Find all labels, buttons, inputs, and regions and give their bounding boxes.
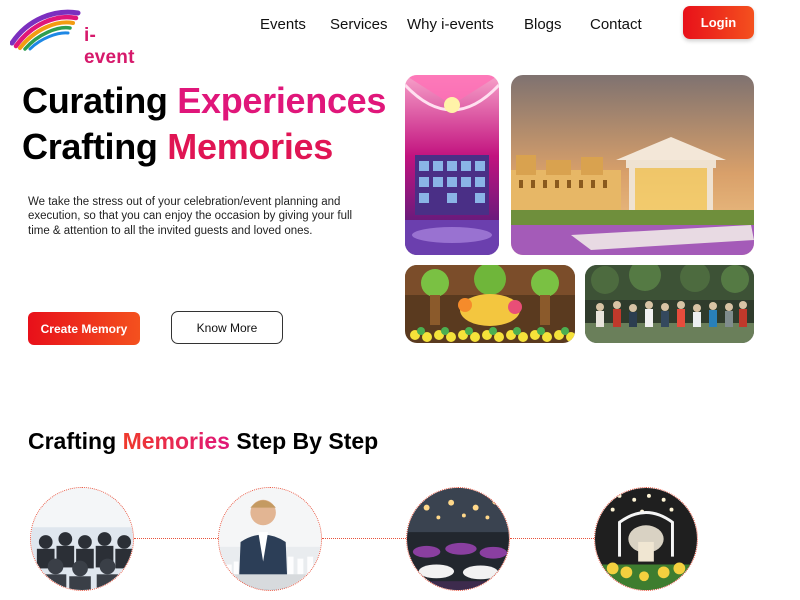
step-connector-3 xyxy=(510,538,596,539)
banquet-hall-image xyxy=(407,488,509,590)
step-connector-2 xyxy=(322,538,408,539)
step-connector-1 xyxy=(134,538,220,539)
outdoor-group-image xyxy=(585,265,754,343)
nav-contact[interactable]: Contact xyxy=(590,16,642,33)
steps-heading-accent: Memories xyxy=(122,428,230,454)
login-button[interactable]: Login xyxy=(683,6,754,39)
step-3-image xyxy=(406,487,510,591)
nav-services[interactable]: Services xyxy=(330,16,388,33)
rainbow-swoosh-icon xyxy=(10,9,81,51)
decorated-stage-image xyxy=(595,488,697,590)
hero-line-2-plain: Crafting xyxy=(22,126,158,167)
kids-party-photo xyxy=(405,265,575,343)
hero-heading-line-1: Curating Experiences xyxy=(22,80,386,122)
steps-heading-end: Step By Step xyxy=(236,428,379,454)
speaker-image xyxy=(219,488,321,590)
hero-line-1-accent: Experiences xyxy=(177,80,387,121)
nav-blogs[interactable]: Blogs xyxy=(524,16,562,33)
brand-name: i-event xyxy=(84,25,135,68)
hero-line-2-accent: Memories xyxy=(167,126,333,167)
conference-audience-image xyxy=(31,488,133,590)
decorated-tent-image xyxy=(405,75,499,255)
know-more-button[interactable]: Know More xyxy=(171,311,283,344)
nav-why-i-events[interactable]: Why i-events xyxy=(407,16,494,33)
party-decor-image xyxy=(405,265,575,343)
brand-logo[interactable]: i-event xyxy=(10,5,140,68)
step-1-image xyxy=(30,487,134,591)
hero-heading-line-2: Crafting Memories xyxy=(22,126,333,168)
nav-events[interactable]: Events xyxy=(260,16,306,33)
hero-description: We take the stress out of your celebrati… xyxy=(28,196,353,237)
step-2-image xyxy=(218,487,322,591)
palace-venue-image xyxy=(511,75,754,255)
steps-heading-start: Crafting xyxy=(28,428,117,454)
palace-venue-photo xyxy=(511,75,754,255)
steps-heading: Crafting Memories Step By Step xyxy=(28,428,378,455)
hero-line-1-plain: Curating xyxy=(22,80,168,121)
group-event-photo xyxy=(585,265,754,343)
create-memory-button[interactable]: Create Memory xyxy=(28,312,140,345)
pink-tent-photo xyxy=(405,75,499,255)
step-4-image xyxy=(594,487,698,591)
